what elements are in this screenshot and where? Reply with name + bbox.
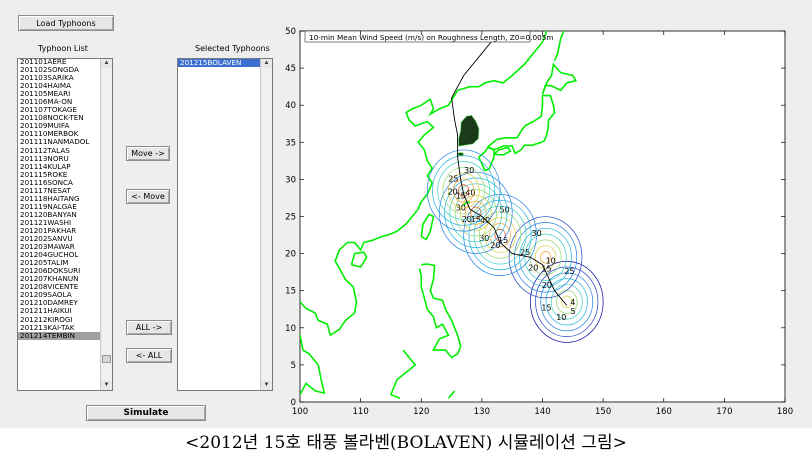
x-tick-label: 140 (534, 407, 550, 417)
y-tick-label: 40 (285, 101, 296, 111)
x-tick-label: 130 (474, 407, 490, 417)
y-tick-label: 50 (285, 27, 296, 37)
y-tick-label: 45 (285, 64, 296, 74)
x-tick-label: 110 (353, 407, 369, 417)
y-tick-label: 15 (285, 287, 296, 297)
contour-level-label: 25 (448, 174, 458, 183)
contour-level-label: 10 (556, 313, 566, 322)
contour-level-label: 20 (528, 264, 538, 273)
y-tick-label: 0 (291, 398, 296, 408)
y-tick-label: 10 (285, 324, 296, 334)
jeju-island (457, 152, 464, 156)
contour-level-label: 20 (448, 188, 458, 197)
x-tick-label: 150 (595, 407, 611, 417)
plot-title: 10-min Mean Wind Speed (m/s) on Roughnes… (309, 33, 554, 42)
contour-level-label: 30 (464, 166, 474, 175)
x-tick-label: 120 (413, 407, 429, 417)
x-tick-label: 170 (716, 407, 732, 417)
contour-level-label: 15 (541, 303, 551, 312)
wind-speed-map-plot: 4510152025101520253015203040501520304015… (285, 27, 793, 417)
y-tick-label: 5 (291, 361, 296, 371)
contour-level-label: 5 (571, 307, 576, 316)
app-window: Load Typhoons Typhoon List Selected Typh… (0, 0, 812, 428)
y-tick-label: 25 (285, 213, 296, 223)
y-tick-label: 30 (285, 175, 296, 185)
x-tick-label: 180 (777, 407, 793, 417)
x-tick-label: 100 (292, 407, 308, 417)
figure-caption: <2012년 15호 태풍 볼라벤(BOLAVEN) 시뮬레이션 그림> (0, 428, 812, 462)
contour-level-label: 4 (570, 298, 575, 307)
y-tick-label: 35 (285, 138, 296, 148)
y-tick-label: 20 (285, 250, 296, 260)
x-tick-label: 160 (656, 407, 672, 417)
